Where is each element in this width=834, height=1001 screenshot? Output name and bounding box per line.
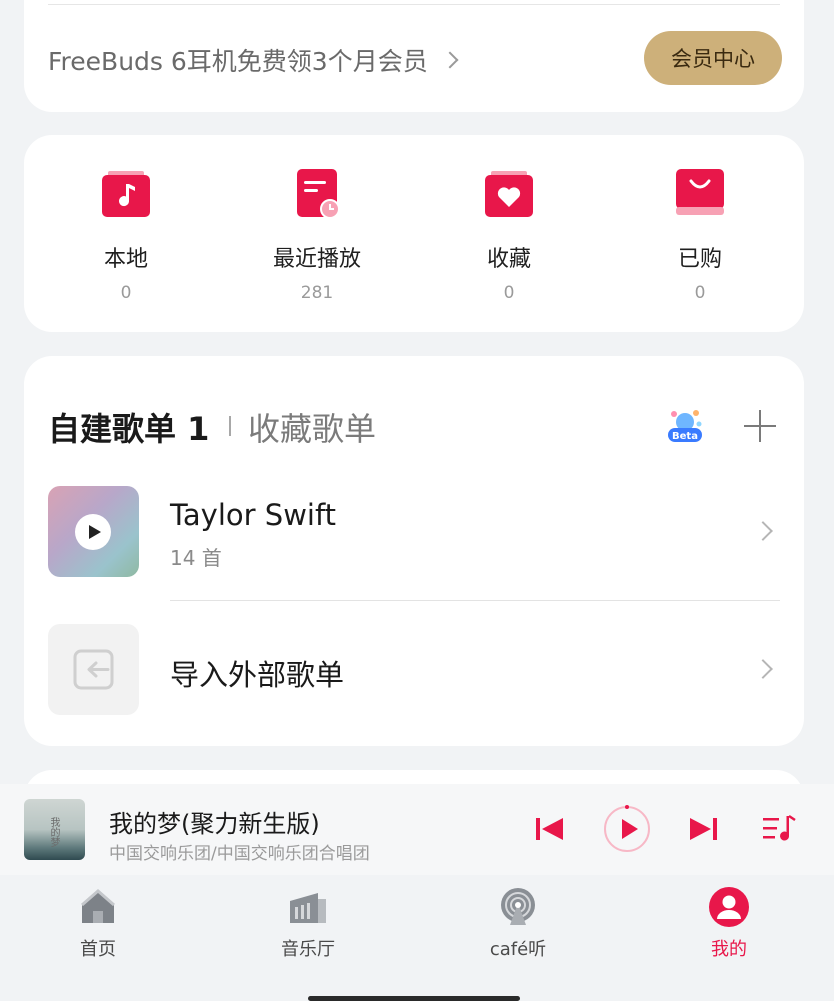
home-indicator[interactable] xyxy=(308,996,520,1001)
tab-self-built-playlists[interactable]: 自建歌单 1 xyxy=(48,404,209,450)
nav-mine[interactable]: 我的 xyxy=(669,887,789,961)
playlist-row[interactable]: Taylor Swift 14 首 xyxy=(48,486,780,578)
playlist-cover[interactable] xyxy=(48,486,139,577)
quick-entry-count: 281 xyxy=(300,283,334,303)
vip-promo-text: FreeBuds 6耳机免费领3个月会员 xyxy=(48,47,428,76)
next-track-icon[interactable] xyxy=(683,808,725,850)
quick-entry-count: 0 xyxy=(694,283,706,303)
quick-entry-label: 已购 xyxy=(677,247,722,272)
nav-label: 首页 xyxy=(80,939,116,960)
chevron-right-icon xyxy=(441,51,459,69)
chevron-right-icon xyxy=(753,521,773,541)
profile-icon xyxy=(709,887,749,927)
vip-card: FreeBuds 6耳机免费领3个月会员 会员中心 xyxy=(24,0,804,112)
now-playing-artist: 中国交响乐团/中国交响乐团合唱团 xyxy=(109,844,370,864)
podcast-icon xyxy=(498,887,538,927)
nav-label: 我的 xyxy=(711,939,747,960)
mini-player[interactable]: 我的梦 我的梦(聚力新生版) 中国交响乐团/中国交响乐团合唱团 xyxy=(0,784,834,875)
import-title: 导入外部歌单 xyxy=(170,658,345,692)
vip-center-button[interactable]: 会员中心 xyxy=(644,31,782,85)
divider xyxy=(48,4,780,5)
tab-separator xyxy=(229,416,231,436)
nav-home[interactable]: 首页 xyxy=(38,887,158,961)
quick-entries-card: 本地 0 最近播放 281 收藏 0 已购 0 xyxy=(24,135,804,332)
quick-entry-favorites[interactable]: 收藏 0 xyxy=(434,169,584,303)
nav-label: 音乐厅 xyxy=(281,939,335,960)
quick-entry-label: 本地 xyxy=(103,247,148,272)
now-playing-title: 我的梦(聚力新生版) xyxy=(109,810,320,838)
vip-promo-link[interactable]: FreeBuds 6耳机免费领3个月会员 xyxy=(48,42,459,78)
quick-entry-local[interactable]: 本地 0 xyxy=(51,169,201,303)
ai-beta-icon[interactable]: Beta xyxy=(666,406,704,444)
shopping-bag-icon xyxy=(674,169,726,221)
chevron-right-icon xyxy=(753,659,773,679)
nav-concert-hall[interactable]: 音乐厅 xyxy=(248,887,368,961)
quick-entry-count: 0 xyxy=(120,283,132,303)
play-icon[interactable] xyxy=(75,514,111,550)
divider xyxy=(170,600,780,601)
import-icon xyxy=(73,649,114,690)
quick-entry-recent[interactable]: 最近播放 281 xyxy=(242,169,392,303)
now-playing-cover[interactable]: 我的梦 xyxy=(24,799,85,860)
playlist-title: Taylor Swift xyxy=(170,498,337,532)
heart-icon xyxy=(483,169,535,221)
recent-play-icon xyxy=(291,169,343,221)
add-playlist-icon[interactable] xyxy=(744,410,776,442)
home-icon xyxy=(78,887,118,927)
playlist-song-count: 14 首 xyxy=(170,546,222,570)
nav-cafe-listen[interactable]: café听 xyxy=(458,887,578,961)
nav-label: café听 xyxy=(489,939,547,960)
bottom-navigation: 首页 音乐厅 café听 我的 xyxy=(0,875,834,1001)
quick-entry-label: 收藏 xyxy=(486,247,531,272)
play-button[interactable] xyxy=(603,805,651,853)
playlists-card: 自建歌单 1 收藏歌单 Beta Taylor Swift 14 首 导入外部歌… xyxy=(24,356,804,746)
previous-track-icon[interactable] xyxy=(528,808,570,850)
cover-text: 我的梦 xyxy=(48,817,59,847)
music-note-icon xyxy=(100,169,152,221)
import-cover xyxy=(48,624,139,715)
quick-entry-purchased[interactable]: 已购 0 xyxy=(625,169,775,303)
beta-badge-text: Beta xyxy=(672,431,698,442)
import-playlist-row[interactable]: 导入外部歌单 xyxy=(48,624,780,716)
tab-favorite-playlists[interactable]: 收藏歌单 xyxy=(248,404,376,450)
concert-hall-icon xyxy=(288,887,328,927)
playlist-queue-icon[interactable] xyxy=(758,808,800,850)
quick-entry-count: 0 xyxy=(503,283,515,303)
quick-entry-label: 最近播放 xyxy=(272,247,361,272)
